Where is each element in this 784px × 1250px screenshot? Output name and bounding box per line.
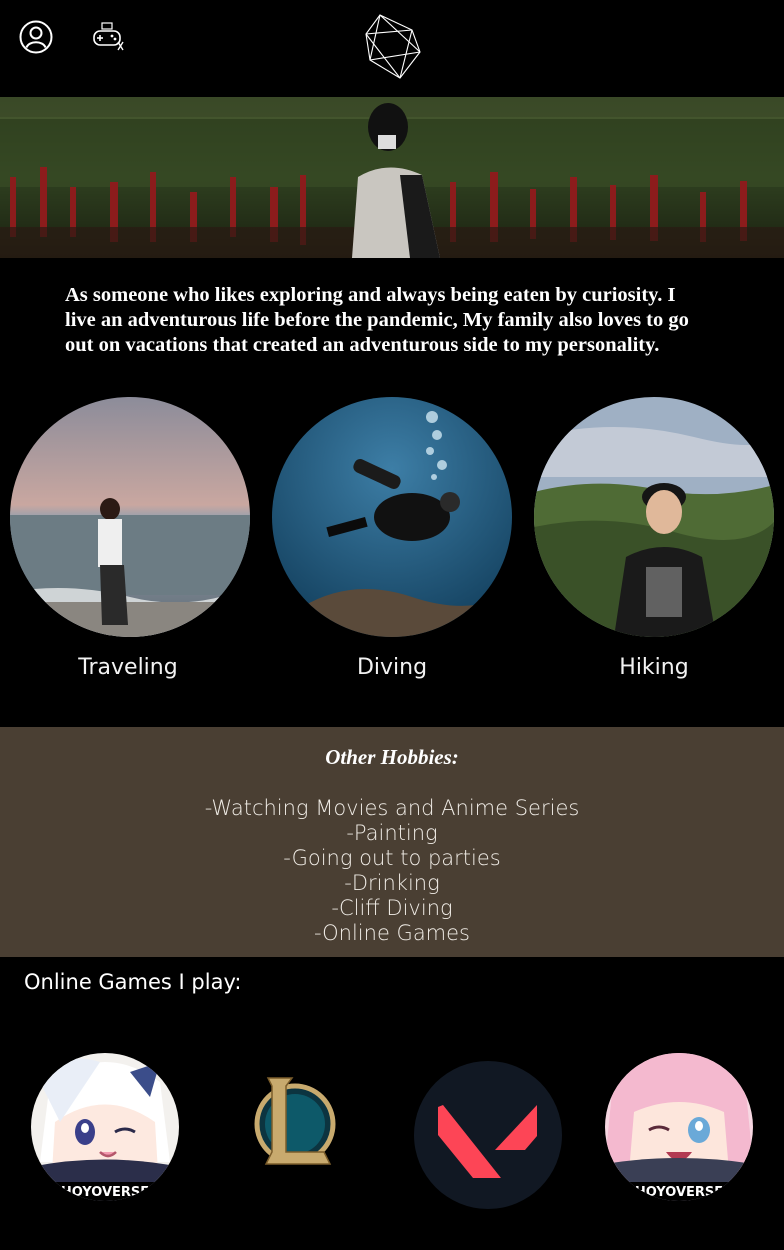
traveling-photo	[10, 397, 250, 637]
list-item: -Online Games	[313, 921, 471, 945]
hobby-diving: Diving	[272, 397, 512, 680]
list-item: -Painting	[346, 821, 438, 845]
valorant-icon[interactable]	[413, 1060, 563, 1210]
other-hobbies-list: -Watching Movies and Anime Series -Paint…	[0, 796, 784, 946]
list-item: -Going out to parties	[283, 846, 501, 870]
honkai-star-rail-icon[interactable]: HOYOVERSE	[604, 1052, 754, 1202]
genshin-impact-icon[interactable]: HOYOVERSE	[30, 1052, 180, 1202]
hiking-photo	[534, 397, 774, 637]
hobby-hiking: Hiking	[534, 397, 774, 680]
hobby-label: Hiking	[619, 655, 689, 680]
hobby-traveling: Traveling	[10, 397, 250, 680]
list-item: -Watching Movies and Anime Series	[204, 796, 580, 820]
profile-icon[interactable]	[18, 19, 54, 55]
other-hobbies-section: Other Hobbies: -Watching Movies and Anim…	[0, 727, 784, 957]
intro-paragraph: As someone who likes exploring and alway…	[65, 284, 689, 356]
banner-photo	[0, 97, 784, 258]
list-item: -Drinking	[344, 871, 440, 895]
games-section-title: Online Games I play:	[24, 970, 242, 994]
diving-photo	[272, 397, 512, 637]
site-header	[0, 0, 784, 97]
other-hobbies-title: Other Hobbies:	[325, 745, 459, 769]
gamepad-icon[interactable]	[90, 20, 126, 54]
ribbon-text: HOYOVERSE	[635, 1185, 723, 1200]
hobby-label: Traveling	[78, 655, 178, 680]
list-item: -Cliff Diving	[331, 896, 453, 920]
league-of-legends-icon[interactable]	[250, 1072, 340, 1172]
site-logo[interactable]	[362, 12, 422, 80]
ribbon-text: HOYOVERSE	[61, 1185, 149, 1200]
hobby-label: Diving	[356, 655, 428, 680]
